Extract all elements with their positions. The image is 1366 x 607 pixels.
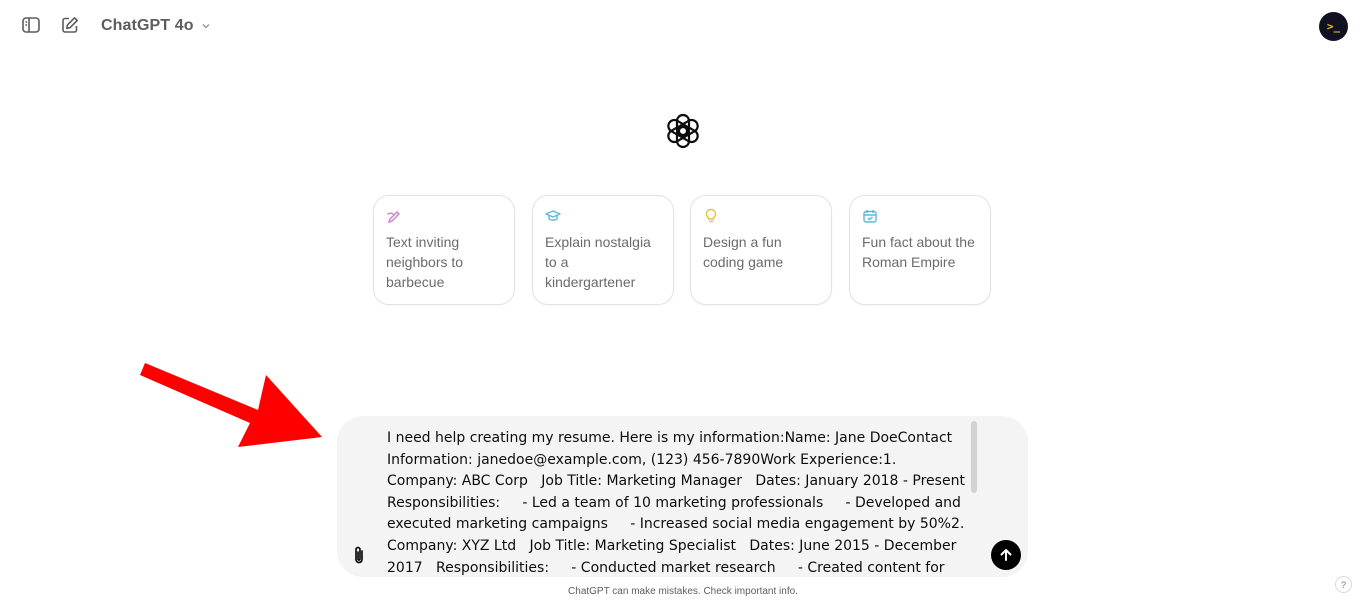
red-arrow-annotation <box>140 363 322 447</box>
chevron-down-icon <box>202 23 210 29</box>
model-name: ChatGPT 4o <box>101 17 194 34</box>
help-button[interactable]: ? <box>1335 576 1352 593</box>
message-input[interactable]: I need help creating my resume. Here is … <box>387 428 967 577</box>
suggestion-label: Design a fun coding game <box>703 234 784 270</box>
composer-scrollbar[interactable] <box>971 421 977 493</box>
openai-logo-icon <box>667 113 699 149</box>
model-selector[interactable]: ChatGPT 4o <box>101 14 212 38</box>
avatar-text: >_ <box>1326 20 1341 33</box>
pen-scribble-icon <box>387 211 400 224</box>
graduation-cap-icon <box>545 210 561 221</box>
suggestion-label: Explain nostalgia to a kindergartener <box>545 234 651 290</box>
suggestion-card-barbecue[interactable]: Text inviting neighbors to barbecue <box>373 195 515 305</box>
sidebar-toggle-icon[interactable] <box>19 13 43 37</box>
paperclip-icon[interactable] <box>349 544 369 566</box>
suggestion-label: Fun fact about the Roman Empire <box>862 234 975 270</box>
suggestion-card-roman-empire[interactable]: Fun fact about the Roman Empire <box>849 195 991 305</box>
calendar-icon <box>863 210 877 223</box>
disclaimer-text: ChatGPT can make mistakes. Check importa… <box>568 586 798 597</box>
arrow-up-icon <box>1000 549 1012 561</box>
top-bar: ChatGPT 4o >_ <box>0 0 1366 52</box>
avatar[interactable]: >_ <box>1319 12 1348 41</box>
lightbulb-icon <box>705 208 717 223</box>
suggestion-label: Text inviting neighbors to barbecue <box>386 234 464 290</box>
suggestion-card-coding-game[interactable]: Design a fun coding game <box>690 195 832 305</box>
suggestion-cards: Text inviting neighbors to barbecue Expl… <box>373 195 995 307</box>
send-button[interactable] <box>991 540 1021 570</box>
message-composer[interactable]: I need help creating my resume. Here is … <box>337 416 1028 577</box>
new-chat-icon[interactable] <box>58 13 82 37</box>
help-label: ? <box>1340 579 1346 590</box>
suggestion-card-nostalgia[interactable]: Explain nostalgia to a kindergartener <box>532 195 674 305</box>
